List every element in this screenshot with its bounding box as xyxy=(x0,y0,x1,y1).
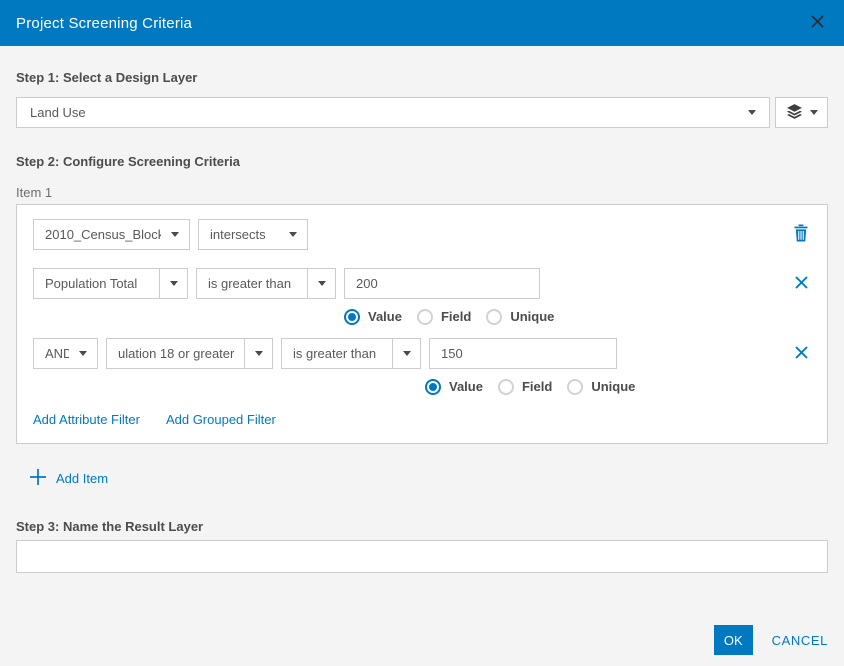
add-item-button[interactable]: Add Item xyxy=(16,468,108,489)
comparison-operator-value: is greater than xyxy=(282,339,392,368)
radio-option-unique[interactable]: Unique xyxy=(486,309,554,325)
radio-selected-icon xyxy=(425,379,441,395)
design-layer-value: Land Use xyxy=(30,105,86,120)
chevron-down-icon xyxy=(403,351,411,356)
field-value: Population Total xyxy=(34,269,159,298)
radio-option-field[interactable]: Field xyxy=(498,379,552,395)
ok-button[interactable]: OK xyxy=(714,625,753,655)
attribute-filter-row: Population Total is greater than xyxy=(33,268,811,299)
radio-option-value[interactable]: Value xyxy=(425,379,483,395)
radio-unselected-icon xyxy=(498,379,514,395)
layers-icon xyxy=(786,103,803,123)
radio-selected-icon xyxy=(344,309,360,325)
comparison-operator-dropdown[interactable]: is greater than xyxy=(281,338,421,369)
chevron-down-icon xyxy=(748,110,756,115)
value-type-radio-group: Value Field Unique xyxy=(425,378,811,395)
design-layer-row: Land Use xyxy=(16,97,828,128)
radio-unselected-icon xyxy=(417,309,433,325)
close-icon xyxy=(794,275,809,293)
design-layer-select[interactable]: Land Use xyxy=(16,97,770,128)
comparison-operator-dropdown[interactable]: is greater than xyxy=(196,268,336,299)
chevron-down-icon xyxy=(79,351,87,356)
dialog-header: Project Screening Criteria xyxy=(0,0,844,46)
add-grouped-filter-link[interactable]: Add Grouped Filter xyxy=(166,412,276,427)
step1-label: Step 1: Select a Design Layer xyxy=(16,70,828,85)
radio-option-value[interactable]: Value xyxy=(344,309,402,325)
spatial-layer-dropdown[interactable]: 2010_Census_Blocks xyxy=(33,219,190,250)
plus-icon xyxy=(29,468,47,489)
field-dropdown[interactable]: Population Total xyxy=(33,268,188,299)
filter-value-input[interactable] xyxy=(344,268,540,299)
value-type-radio-group: Value Field Unique xyxy=(344,308,811,325)
remove-filter-button[interactable] xyxy=(792,273,811,295)
comparison-operator-value: is greater than xyxy=(197,269,307,298)
add-item-label: Add Item xyxy=(56,471,108,486)
close-icon xyxy=(794,345,809,363)
chevron-down-icon xyxy=(289,232,297,237)
dialog-footer: OK CANCEL xyxy=(16,625,828,655)
result-layer-name-input[interactable] xyxy=(16,540,828,573)
screening-item-panel: 2010_Census_Blocks intersects xyxy=(16,204,828,444)
conjunction-value: AND xyxy=(34,339,69,368)
chevron-down-icon xyxy=(255,351,263,356)
close-button[interactable] xyxy=(807,11,828,35)
layer-options-button[interactable] xyxy=(775,97,828,128)
chevron-down-icon xyxy=(170,281,178,286)
add-attribute-filter-link[interactable]: Add Attribute Filter xyxy=(33,412,140,427)
chevron-down-icon xyxy=(318,281,326,286)
step2-label: Step 2: Configure Screening Criteria xyxy=(16,154,828,169)
chevron-down-icon xyxy=(171,232,179,237)
remove-filter-button[interactable] xyxy=(792,343,811,365)
spatial-layer-value: 2010_Census_Blocks xyxy=(34,220,161,249)
radio-option-field[interactable]: Field xyxy=(417,309,471,325)
spatial-filter-row: 2010_Census_Blocks intersects xyxy=(33,219,811,250)
item-title: Item 1 xyxy=(16,185,828,200)
trash-icon xyxy=(793,224,809,245)
radio-option-unique[interactable]: Unique xyxy=(567,379,635,395)
attribute-filter-row: AND ulation 18 or greater is greater tha… xyxy=(33,338,811,369)
delete-item-button[interactable] xyxy=(791,222,811,247)
dialog-title: Project Screening Criteria xyxy=(16,15,192,32)
field-value: ulation 18 or greater xyxy=(107,339,244,368)
radio-unselected-icon xyxy=(486,309,502,325)
filter-links-row: Add Attribute Filter Add Grouped Filter xyxy=(33,412,811,427)
field-dropdown[interactable]: ulation 18 or greater xyxy=(106,338,273,369)
spatial-operator-dropdown[interactable]: intersects xyxy=(198,219,308,250)
close-icon xyxy=(809,13,826,33)
conjunction-dropdown[interactable]: AND xyxy=(33,338,98,369)
dialog-body: Step 1: Select a Design Layer Land Use S… xyxy=(0,70,844,655)
spatial-operator-value: intersects xyxy=(199,220,279,249)
chevron-down-icon xyxy=(810,110,818,115)
cancel-button[interactable]: CANCEL xyxy=(772,633,828,648)
step3-label: Step 3: Name the Result Layer xyxy=(16,519,828,534)
filter-value-input[interactable] xyxy=(429,338,617,369)
radio-unselected-icon xyxy=(567,379,583,395)
